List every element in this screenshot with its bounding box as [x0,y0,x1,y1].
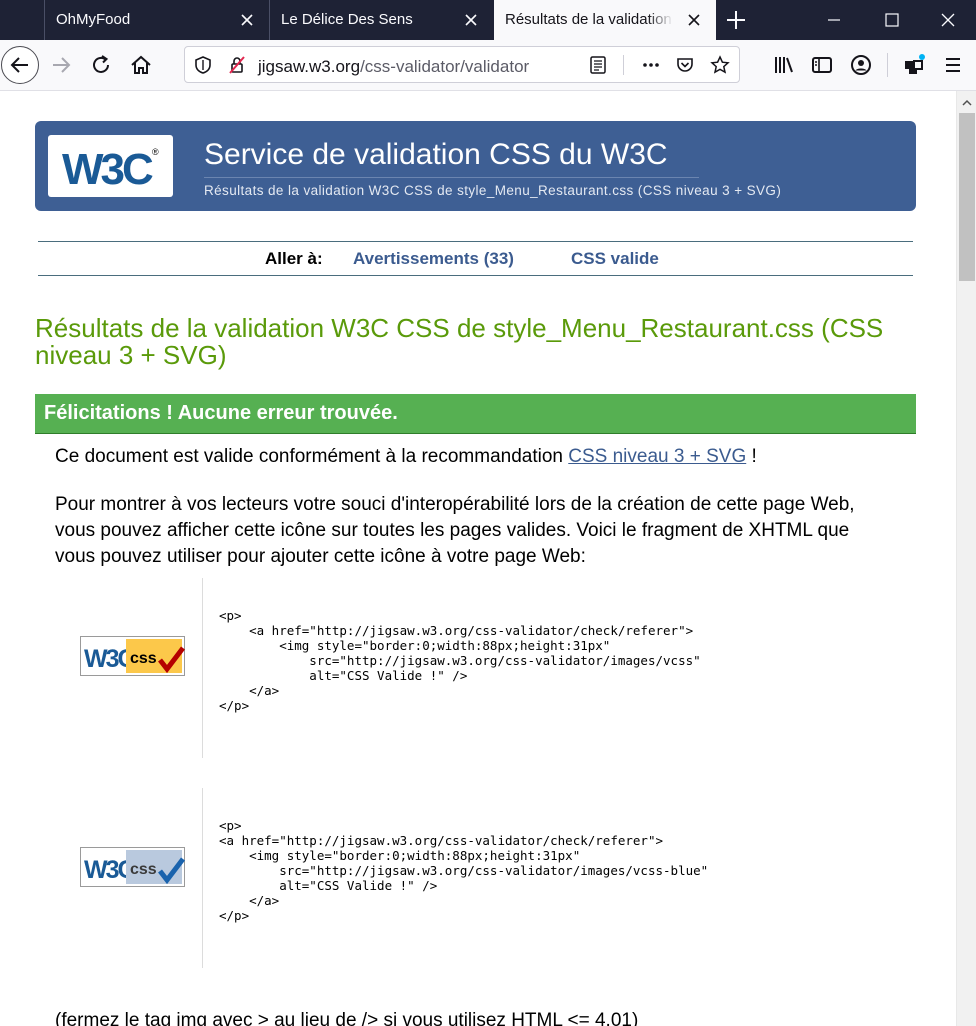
navigation-bar: jigsaw.w3.org/css-validator/validator [0,40,976,91]
vertical-scrollbar[interactable] [956,91,976,1026]
valid-css-badge-yellow[interactable]: W3C css [80,636,186,676]
svg-text:®: ® [152,147,159,157]
success-message: Félicitations ! Aucune erreur trouvée. [44,402,398,424]
sidebar-icon[interactable] [810,53,834,77]
code-text: <p> <a href="http://jigsaw.w3.org/css-va… [219,818,709,923]
badge-instructions: Pour montrer à vos lecteurs votre souci … [55,494,855,567]
url-path: /css-validator/validator [360,57,530,76]
validity-text: Ce document est valide conformément à la… [55,446,569,467]
svg-text:W3C: W3C [62,145,153,194]
back-button[interactable] [1,46,39,84]
minimize-icon[interactable] [824,10,844,30]
tab-bar: OhMyFood Le Délice Des Sens Résultats de… [0,0,976,40]
url-bar[interactable]: jigsaw.w3.org/css-validator/validator [184,46,740,83]
svg-text:css: css [130,650,157,667]
tab-title: Le Délice Des Sens [281,11,413,28]
reader-view-icon[interactable] [588,55,608,75]
w3c-logo[interactable]: W3C ® [48,135,173,197]
extensions-icon[interactable] [902,53,926,77]
library-icon[interactable] [772,53,796,77]
css-level-link[interactable]: CSS niveau 3 + SVG [568,446,746,467]
arrow-left-icon [10,57,28,73]
close-icon[interactable] [239,12,255,28]
code-text: <p> <a href="http://jigsaw.w3.org/css-va… [219,608,701,713]
valid-css-badge-blue[interactable]: W3C css [80,847,186,887]
arrow-right-icon[interactable] [49,53,73,77]
tab-validation-results[interactable]: Résultats de la validation W3C CSS [494,0,716,40]
insecure-lock-icon[interactable] [227,55,247,75]
code-snippet-yellow: <p> <a href="http://jigsaw.w3.org/css-va… [202,578,922,758]
account-icon[interactable] [849,53,873,77]
tab-title: Résultats de la validation W3C CSS [505,11,673,28]
pocket-icon[interactable] [675,55,695,75]
scrollbar-thumb[interactable] [959,113,975,281]
w3c-logo-icon: W3C ® [62,145,159,194]
validity-text-end: ! [746,446,757,467]
window-close-icon[interactable] [938,10,958,30]
close-icon[interactable] [463,12,479,28]
valid-css-link[interactable]: CSS valide [571,249,659,269]
scroll-up-arrow-icon[interactable] [961,97,973,109]
tab-title: OhMyFood [56,11,131,28]
banner-subtitle: Résultats de la validation W3C CSS de st… [204,183,782,198]
svg-text:css: css [130,861,157,878]
code-snippet-blue: <p> <a href="http://jigsaw.w3.org/css-va… [202,788,922,968]
maximize-icon[interactable] [882,10,902,30]
tab-le-delice-des-sens[interactable]: Le Délice Des Sens [269,0,493,40]
home-icon[interactable] [129,53,153,77]
toolbar-separator [887,53,888,77]
validity-paragraph: Ce document est valide conformément à la… [55,446,757,468]
warnings-link[interactable]: Avertissements (33) [353,249,514,269]
reload-icon[interactable] [89,53,113,77]
banner-title: Service de validation CSS du W3C [204,138,668,171]
html-footnote: (fermez le tag img avec > au lieu de /> … [55,1010,639,1026]
results-title: Résultats de la validation W3C CSS de st… [35,313,884,370]
success-banner: Félicitations ! Aucune erreur trouvée. [35,394,916,434]
jump-label: Aller à: [265,249,323,268]
tab-ohmyfood[interactable]: OhMyFood [44,0,269,40]
url-host: jigsaw.w3.org [258,57,361,76]
validator-banner: W3C ® Service de validation CSS du W3C R… [35,121,916,211]
shield-icon[interactable] [193,55,213,75]
banner-divider [204,177,699,178]
star-icon[interactable] [710,55,730,75]
close-icon[interactable] [686,12,702,28]
plus-icon[interactable] [724,8,748,32]
url-text: jigsaw.w3.org/css-validator/validator [258,57,529,77]
jump-navigation: Aller à: Avertissements (33) CSS valide [38,241,913,276]
urlbar-separator [623,55,624,75]
more-icon[interactable] [641,55,661,75]
hamburger-menu-icon[interactable] [941,53,965,77]
